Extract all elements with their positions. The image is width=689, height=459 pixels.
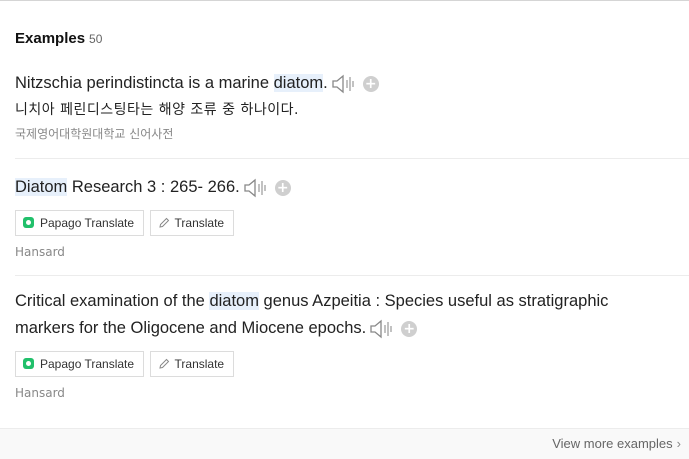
sentence-text: . [323,74,328,92]
add-to-wordbook-icon[interactable]: + [362,75,379,92]
sentence-text: Critical examination of the [15,292,210,310]
add-to-wordbook-icon[interactable]: + [274,179,291,196]
translate-buttons: Papago Translate Translate [15,351,689,377]
sentence-text: Nitzschia perindistincta is a marine [15,74,274,92]
papago-translate-button[interactable]: Papago Translate [15,351,145,377]
example-translation: 니치아 페린디스팅타는 해양 조류 중 하나이다. [15,102,299,118]
view-more-examples-link[interactable]: View more examples › [552,436,681,451]
translate-button[interactable]: Translate [149,210,235,236]
examples-footer: View more examples › [0,428,689,459]
chevron-right-icon: › [676,436,681,451]
example-item-2: Diatom Research 3 : 265- 266. + Papago Tr… [15,174,689,259]
translate-buttons: Papago Translate Translate [15,210,689,236]
speaker-icon[interactable] [332,74,356,94]
divider [15,158,689,159]
highlighted-keyword: Diatom [15,178,68,196]
highlighted-keyword: diatom [273,74,324,92]
button-label: Translate [174,216,225,230]
example-sentence: Nitzschia perindistincta is a marine dia… [15,70,689,97]
highlighted-keyword: diatom [209,292,259,310]
example-sentence: Critical examination of the diatom genus… [15,288,655,342]
example-sentence: Diatom Research 3 : 265- 266. + [15,174,689,201]
top-divider [0,0,689,1]
button-label: Papago Translate [40,216,135,230]
speaker-icon[interactable] [244,178,268,198]
speaker-icon[interactable] [370,319,394,339]
papago-logo-icon [23,358,34,369]
translate-button[interactable]: Translate [149,351,235,377]
example-count: 50 [89,32,103,46]
section-title-label: Examples [15,30,86,47]
papago-logo-icon [23,217,34,228]
example-source: Hansard [15,386,65,400]
example-source: 국제영어대학원대학교 신어사전 [15,127,174,141]
pen-icon [158,358,169,369]
button-label: Translate [174,357,225,371]
example-item-3: Critical examination of the diatom genus… [15,288,689,400]
section-title: Examples 50 [15,30,102,47]
view-more-label: View more examples [552,436,673,451]
button-label: Papago Translate [40,357,135,371]
divider [15,275,689,276]
add-to-wordbook-icon[interactable]: + [401,320,418,337]
example-source: Hansard [15,245,65,259]
pen-icon [158,217,169,228]
sentence-text: Research 3 : 265- 266. [67,178,240,196]
papago-translate-button[interactable]: Papago Translate [15,210,145,236]
example-item-1: Nitzschia perindistincta is a marine dia… [15,70,689,142]
